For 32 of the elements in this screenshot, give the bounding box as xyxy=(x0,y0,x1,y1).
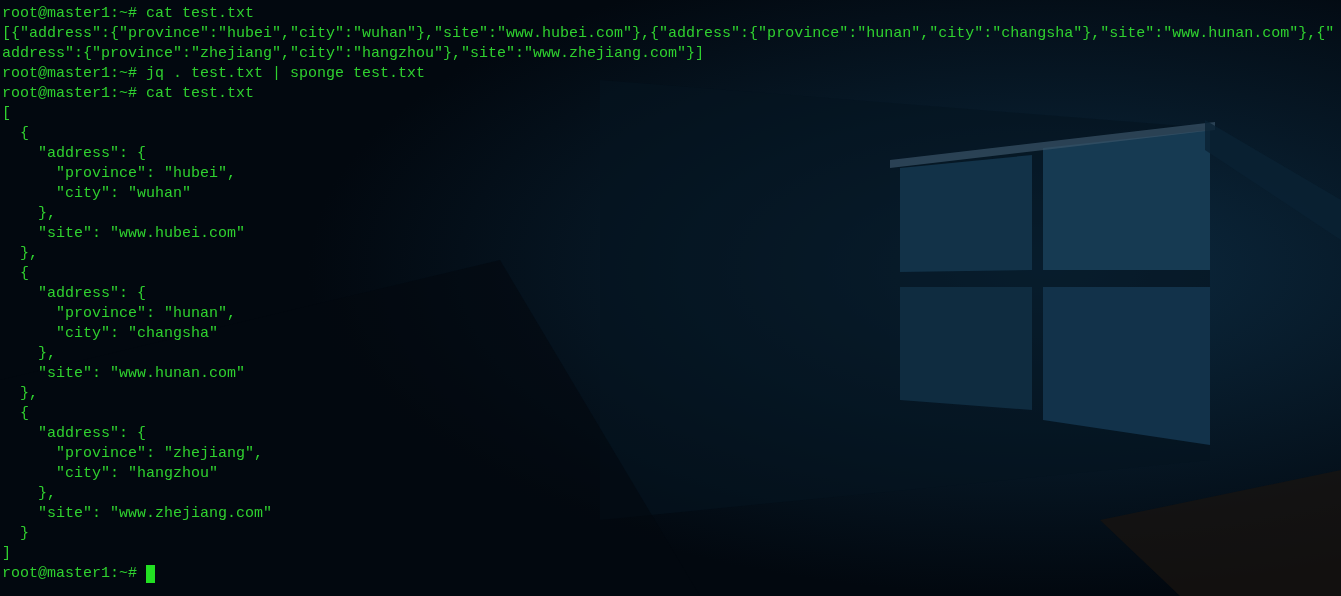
output-line: "city": "changsha" xyxy=(55,324,219,344)
output-line: "address": { xyxy=(37,144,147,164)
output-line: "site": "www.hubei.com" xyxy=(37,224,246,244)
output-line: "province": "zhejiang", xyxy=(55,444,264,464)
output-line: { xyxy=(19,124,29,144)
shell-prompt: root@master1:~# xyxy=(2,64,138,84)
output-line: address":{"province":"zhejiang","city":"hangzhou"},"site":"www.zhejiang.com"}] xyxy=(2,44,705,64)
output-line: "province": "hubei", xyxy=(55,164,237,184)
shell-prompt: root@master1:~# xyxy=(2,4,138,24)
output-line: }, xyxy=(37,344,56,364)
output-line: }, xyxy=(37,484,56,504)
output-line: "province": "hunan", xyxy=(55,304,237,324)
output-line: "address": { xyxy=(37,284,147,304)
output-line: }, xyxy=(19,384,38,404)
shell-prompt: root@master1:~# xyxy=(2,84,138,104)
output-line: [{"address":{"province":"hubei","city":"wuhan"},"site":"www.hubei.com"},{"address":{"province":"hunan","city":"changsha"},"site":"www.hunan.com"},{" xyxy=(2,24,1335,44)
output-line: "address": { xyxy=(37,424,147,444)
output-line: } xyxy=(19,524,29,544)
output-line: }, xyxy=(37,204,56,224)
output-line: }, xyxy=(19,244,38,264)
command-text: cat test.txt xyxy=(145,4,255,24)
output-line: "city": "hangzhou" xyxy=(55,464,219,484)
shell-prompt: root@master1:~# xyxy=(2,564,138,584)
output-line: { xyxy=(19,264,29,284)
output-line: { xyxy=(19,404,29,424)
command-text: jq . test.txt | sponge test.txt xyxy=(145,64,426,84)
command-text: cat test.txt xyxy=(145,84,255,104)
output-line: [ xyxy=(2,104,11,124)
output-line: "site": "www.zhejiang.com" xyxy=(37,504,273,524)
output-line: ] xyxy=(2,544,11,564)
output-line: "site": "www.hunan.com" xyxy=(37,364,246,384)
output-line: "city": "wuhan" xyxy=(55,184,192,204)
